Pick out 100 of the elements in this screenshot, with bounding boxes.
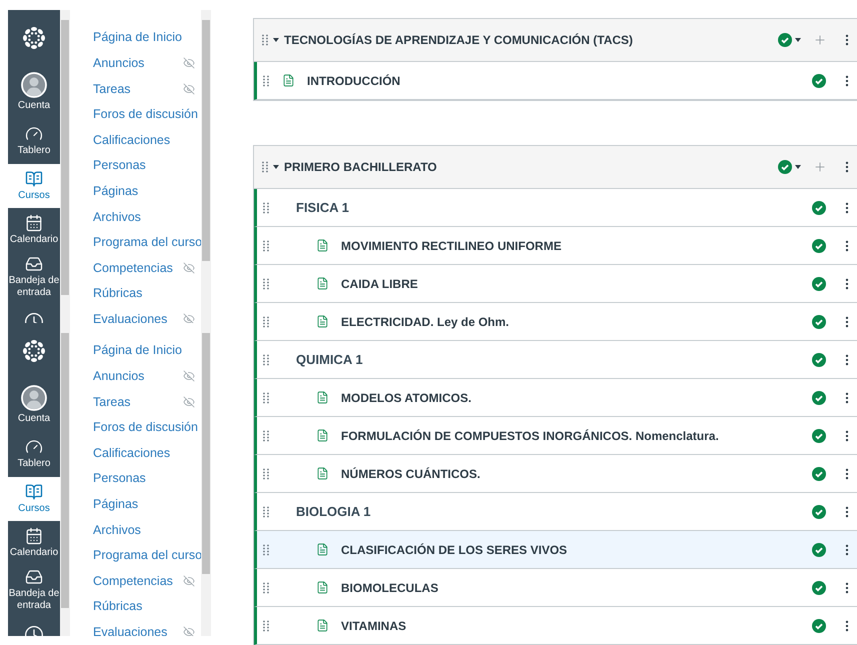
published-check-icon[interactable] <box>812 314 826 328</box>
published-check-icon[interactable] <box>812 580 826 594</box>
published-check-icon[interactable] <box>812 276 826 290</box>
course-nav-link[interactable]: Competencias <box>93 572 173 591</box>
module-title[interactable]: PRIMERO BACHILLERATO <box>284 158 437 176</box>
course-nav-link[interactable]: Personas <box>93 156 146 176</box>
item-title[interactable]: CAIDA LIBRE <box>341 274 418 292</box>
drag-handle-icon[interactable] <box>263 316 269 328</box>
course-nav-link[interactable]: Anuncios <box>93 54 144 73</box>
logo-icon[interactable] <box>21 25 47 51</box>
drag-handle-icon[interactable] <box>263 278 269 290</box>
calendar-icon[interactable] <box>25 527 43 545</box>
module-item-row[interactable]: VITAMINAS <box>254 607 857 645</box>
nav-item-active[interactable]: Cursos <box>8 164 60 208</box>
drag-handle-icon[interactable] <box>263 430 269 442</box>
course-nav-link[interactable]: Anuncios <box>93 367 144 386</box>
dashboard-icon[interactable] <box>25 438 43 456</box>
scrollbar[interactable] <box>201 10 211 323</box>
drag-handle-icon[interactable] <box>263 582 269 594</box>
drag-handle-icon[interactable] <box>263 620 269 632</box>
drag-handle-icon[interactable] <box>263 240 269 252</box>
course-nav-link[interactable]: Página de Inicio <box>93 341 182 360</box>
module-item-row[interactable]: CAIDA LIBRE <box>254 265 857 303</box>
item-title[interactable]: VITAMINAS <box>341 616 406 634</box>
course-nav-link[interactable]: Programa del curso <box>93 546 202 565</box>
item-title[interactable]: CLASIFICACIÓN DE LOS SERES VIVOS <box>341 540 568 558</box>
course-nav-link[interactable]: Página de Inicio <box>93 28 182 48</box>
item-title[interactable]: BIOMOLECULAS <box>341 578 438 596</box>
published-check-icon[interactable] <box>778 33 792 47</box>
course-nav-link[interactable]: Personas <box>93 469 146 488</box>
drag-handle-icon[interactable] <box>263 74 269 86</box>
logo-icon[interactable] <box>21 338 47 364</box>
inbox-icon[interactable] <box>25 568 43 586</box>
course-nav-link[interactable]: Programa del curso <box>93 233 202 252</box>
course-nav-link[interactable]: Foros de discusión <box>93 418 198 437</box>
module-item-row[interactable]: INTRODUCCIÓN <box>254 62 857 100</box>
calendar-icon[interactable] <box>25 214 43 232</box>
drag-handle-icon[interactable] <box>262 161 268 173</box>
published-check-icon[interactable] <box>812 618 826 632</box>
module-item-row[interactable]: NÚMEROS CUÁNTICOS. <box>254 455 857 493</box>
caret-icon[interactable] <box>273 38 279 42</box>
course-nav-link[interactable]: Evaluaciones <box>93 622 168 636</box>
item-title[interactable]: FORMULACIÓN DE COMPUESTOS INORGÁNICOS. Nomenclatura. <box>341 426 719 444</box>
published-check-icon[interactable] <box>812 238 826 252</box>
drag-handle-icon[interactable] <box>263 354 269 366</box>
published-check-icon[interactable] <box>812 200 826 214</box>
avatar-icon[interactable] <box>21 385 47 411</box>
drag-handle-icon[interactable] <box>263 544 269 556</box>
published-check-icon[interactable] <box>812 74 826 88</box>
drag-handle-icon[interactable] <box>263 468 269 480</box>
module-item-row[interactable]: MODELOS ATOMICOS. <box>254 379 857 417</box>
published-check-icon[interactable] <box>812 542 826 556</box>
book-icon[interactable] <box>25 483 43 501</box>
module-header[interactable]: PRIMERO BACHILLERATO <box>254 146 857 189</box>
published-check-icon[interactable] <box>812 390 826 404</box>
book-icon[interactable] <box>25 170 43 188</box>
module-header[interactable]: TECNOLOGÍAS DE APRENDIZAJE Y COMUNICACIÓN (TACS) <box>254 19 857 62</box>
item-title[interactable]: NÚMEROS CUÁNTICOS. <box>341 464 480 482</box>
drag-handle-icon[interactable] <box>263 392 269 404</box>
course-nav-link[interactable]: Evaluaciones <box>93 310 168 323</box>
course-nav-link[interactable]: Calificaciones <box>93 444 170 463</box>
item-title[interactable]: INTRODUCCIÓN <box>307 72 400 90</box>
module-item-row[interactable]: FISICA 1 <box>254 189 857 227</box>
caret-icon[interactable] <box>273 165 279 169</box>
module-item-row[interactable]: FORMULACIÓN DE COMPUESTOS INORGÁNICOS. Nomenclatura. <box>254 417 857 455</box>
scrollbar[interactable] <box>60 10 70 323</box>
scrollbar[interactable] <box>201 323 211 636</box>
item-title[interactable]: MOVIMIENTO RECTILINEO UNIFORME <box>341 236 562 254</box>
module-item-row[interactable]: BIOLOGIA 1 <box>254 493 857 531</box>
module-item-row[interactable]: CLASIFICACIÓN DE LOS SERES VIVOS <box>254 531 857 569</box>
avatar-icon[interactable] <box>21 72 47 98</box>
course-nav-link[interactable]: Calificaciones <box>93 130 170 150</box>
course-nav-link[interactable]: Archivos <box>93 520 141 540</box>
scrollbar[interactable] <box>60 323 70 636</box>
module-title[interactable]: TECNOLOGÍAS DE APRENDIZAJE Y COMUNICACIÓN (TACS) <box>284 31 633 49</box>
module-item-row[interactable]: QUIMICA 1 <box>254 341 857 379</box>
course-nav-link[interactable]: Competencias <box>93 258 173 278</box>
inbox-icon[interactable] <box>25 255 43 273</box>
drag-handle-icon[interactable] <box>262 34 268 46</box>
course-nav-link[interactable]: Archivos <box>93 208 141 226</box>
course-nav-link[interactable]: Páginas <box>93 182 138 201</box>
module-item-row[interactable]: ELECTRICIDAD. Ley de Ohm. <box>254 303 857 341</box>
course-nav-link[interactable]: Páginas <box>93 494 138 514</box>
course-nav-link[interactable]: Foros de discusión <box>93 105 198 124</box>
published-check-icon[interactable] <box>812 428 826 442</box>
course-nav-link[interactable]: Rúbricas <box>93 284 142 304</box>
drag-handle-icon[interactable] <box>263 506 269 518</box>
course-nav-link[interactable]: Tareas <box>93 392 131 412</box>
item-title[interactable]: ELECTRICIDAD. Ley de Ohm. <box>341 312 510 330</box>
course-nav-link[interactable]: Rúbricas <box>93 597 142 616</box>
drag-handle-icon[interactable] <box>263 202 269 214</box>
published-check-icon[interactable] <box>812 466 826 480</box>
nav-item-active[interactable]: Cursos <box>8 477 60 521</box>
published-check-icon[interactable] <box>778 160 792 174</box>
caret-icon[interactable] <box>795 38 801 42</box>
module-item-row[interactable]: BIOMOLECULAS <box>254 569 857 607</box>
published-check-icon[interactable] <box>812 352 826 366</box>
course-nav-link[interactable]: Tareas <box>93 80 131 98</box>
dashboard-icon[interactable] <box>25 125 43 143</box>
caret-icon[interactable] <box>795 165 801 169</box>
